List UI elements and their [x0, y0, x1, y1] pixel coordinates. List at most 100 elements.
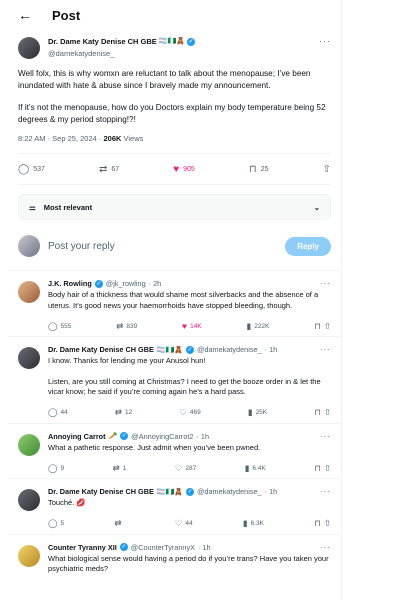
bookmark-button[interactable]: ⊓ ⇧ — [314, 463, 331, 474]
author-emoji: 🏳️‍⚧️🇳🇬🧸 — [156, 488, 183, 496]
post-detail-column: ← Post ··· Dr. Dame Katy Denise CH GBE 🏳… — [8, 0, 342, 600]
reply-item[interactable]: ··· Dr. Dame Katy Denise CH GBE 🏳️‍⚧️🇳🇬🧸… — [8, 337, 341, 424]
reply-author-handle[interactable]: @jk_rowling — [106, 279, 146, 288]
bookmark-button[interactable]: ⊓ ⇧ — [314, 321, 331, 332]
like-button[interactable]: ♥ 14K — [182, 321, 202, 331]
reply-button[interactable]: ◯ 9 — [48, 463, 64, 474]
heart-icon: ♡ — [179, 407, 187, 417]
sort-replies-dropdown[interactable]: ⚌ Most relevant ⌄ — [18, 194, 331, 220]
author-handle[interactable]: @damekatydenise_ — [48, 48, 195, 60]
reply-actions: ◯ 9 ⇄ 1 ♡ 287 ▮ 6.4K ⊓ ⇧ — [48, 458, 331, 478]
reply-author-handle[interactable]: @damekatydenise_ — [197, 345, 262, 354]
repost-button[interactable]: ⇄ — [114, 518, 124, 529]
reply-icon: ◯ — [48, 462, 58, 473]
reply-button[interactable]: ◯ 555 — [48, 321, 71, 332]
more-options-icon[interactable]: ··· — [320, 543, 331, 552]
analytics-icon: ▮ — [247, 407, 253, 417]
reply-icon: ◯ — [48, 407, 58, 417]
more-options-icon[interactable]: ··· — [320, 279, 331, 288]
bookmark-count: 25 — [260, 165, 269, 173]
bookmark-icon: ⊓ — [314, 462, 321, 473]
like-button[interactable]: ♥ 905 — [173, 164, 195, 175]
views-button[interactable]: ▮ 222K — [247, 321, 270, 332]
reply-submit-button[interactable]: Reply — [285, 236, 331, 256]
reply-time[interactable]: · 1h — [265, 487, 278, 496]
bookmark-button[interactable]: ⊓ 25 — [249, 164, 269, 175]
main-post: ··· Dr. Dame Katy Denise CH GBE 🏳️‍⚧️🇳🇬🧸… — [8, 30, 341, 185]
reply-button[interactable]: ◯ 537 — [18, 164, 45, 175]
more-options-icon[interactable]: ··· — [320, 487, 331, 496]
reply-composer: Post your reply Reply — [18, 230, 331, 262]
avatar[interactable] — [18, 489, 40, 511]
reply-icon: ◯ — [18, 163, 30, 175]
reply-author-handle[interactable]: @damekatydenise_ — [197, 487, 262, 496]
reply-actions: ◯ 555 ⇄ 839 ♥ 14K ▮ 222K ⊓ ⇧ — [48, 316, 331, 336]
share-icon: ⇧ — [323, 407, 331, 417]
bookmark-icon: ⊓ — [314, 320, 321, 331]
analytics-icon: ▮ — [246, 320, 252, 331]
repost-icon: ⇄ — [114, 518, 122, 528]
chevron-down-icon: ⌄ — [313, 202, 320, 212]
views-button[interactable]: ▮ 6.3K — [243, 518, 264, 529]
reply-button[interactable]: ◯ 44 — [48, 407, 68, 418]
repost-icon: ⇄ — [116, 320, 124, 331]
avatar[interactable] — [18, 281, 40, 303]
reply-author-handle[interactable]: @AnnoyingCarrot2 — [131, 432, 193, 441]
reply-time[interactable]: · 1h — [196, 432, 209, 441]
author-name[interactable]: Dr. Dame Katy Denise CH GBE — [48, 36, 157, 48]
reply-icon: ◯ — [48, 518, 58, 528]
views-button[interactable]: ▮ 6.4K — [245, 463, 266, 474]
reply-item[interactable]: ··· Annoying Carrot 🥕 ✓ @AnnoyingCarrot2… — [8, 424, 341, 479]
views-button[interactable]: ▮ 25K — [248, 407, 267, 418]
bookmark-button[interactable]: ⊓ ⇧ — [314, 518, 331, 529]
author-emoji: 🏳️‍⚧️🇳🇬🧸 — [158, 38, 185, 45]
reply-author-handle[interactable]: @CounterTyrannyX — [131, 543, 195, 552]
heart-filled-icon: ♥ — [173, 163, 180, 175]
reply-author-name[interactable]: Dr. Dame Katy Denise CH GBE — [48, 487, 154, 496]
reply-time[interactable]: · 2h — [149, 279, 162, 288]
post-time[interactable]: 8:22 AM · Sep 25, 2024 · — [18, 134, 103, 143]
repost-count: 67 — [111, 165, 120, 173]
more-options-icon[interactable]: ··· — [319, 36, 331, 46]
reply-author-name[interactable]: Counter Tyranny XII — [48, 543, 117, 552]
repost-button[interactable]: ⇄ 12 — [115, 407, 132, 418]
repost-button[interactable]: ⇄ 67 — [99, 164, 119, 175]
reply-input[interactable]: Post your reply — [48, 241, 285, 252]
more-options-icon[interactable]: ··· — [320, 432, 331, 441]
like-button[interactable]: ♡ 287 — [175, 463, 196, 474]
repost-button[interactable]: ⇄ 839 — [116, 321, 137, 332]
reply-item[interactable]: ··· Counter Tyranny XII ✓ @CounterTyrann… — [8, 535, 341, 575]
reply-item[interactable]: ··· J.K. Rowling ✓ @jk_rowling · 2h Body… — [8, 271, 341, 337]
top-bar: ← Post — [8, 0, 341, 30]
verified-badge-icon: ✓ — [186, 38, 195, 46]
bookmark-button[interactable]: ⊓ ⇧ — [314, 407, 331, 418]
reply-button[interactable]: ◯ 5 — [48, 518, 64, 529]
bookmark-icon: ⊓ — [248, 163, 257, 175]
avatar[interactable] — [18, 544, 40, 567]
reply-author-name[interactable]: Annoying Carrot — [48, 432, 106, 441]
reply-item[interactable]: ··· Dr. Dame Katy Denise CH GBE 🏳️‍⚧️🇳🇬🧸… — [8, 479, 341, 535]
reply-time[interactable]: · 1h — [265, 345, 278, 354]
post-paragraph: If it’s not the menopause, how do you Do… — [18, 103, 326, 124]
arrow-left-icon[interactable]: ← — [18, 7, 40, 23]
reply-time[interactable]: · 1h — [198, 543, 211, 552]
like-button[interactable]: ♡ 469 — [179, 407, 200, 418]
reply-text: What biological sense would having a per… — [48, 553, 329, 574]
more-options-icon[interactable]: ··· — [320, 345, 331, 354]
author-emoji: 🏳️‍⚧️🇳🇬🧸 — [156, 346, 183, 354]
reply-author-name[interactable]: Dr. Dame Katy Denise CH GBE — [48, 345, 154, 354]
repost-button[interactable]: ⇄ 1 — [113, 463, 127, 474]
share-button[interactable]: ⇧ — [323, 164, 331, 175]
reply-author-name[interactable]: J.K. Rowling — [48, 279, 92, 288]
filter-sliders-icon: ⚌ — [29, 202, 36, 212]
bookmark-icon: ⊓ — [314, 407, 321, 417]
share-icon: ⇧ — [323, 518, 331, 528]
post-author[interactable]: Dr. Dame Katy Denise CH GBE 🏳️‍⚧️🇳🇬🧸 ✓ @… — [18, 36, 331, 60]
like-button[interactable]: ♡ 44 — [175, 518, 193, 529]
reply-actions: ◯ 5 ⇄ ♡ 44 ▮ 6.3K ⊓ ⇧ — [48, 514, 331, 534]
avatar[interactable] — [18, 37, 40, 59]
sort-label: Most relevant — [43, 202, 93, 212]
analytics-icon: ▮ — [242, 518, 248, 528]
avatar[interactable] — [18, 347, 40, 369]
avatar[interactable] — [18, 433, 40, 456]
